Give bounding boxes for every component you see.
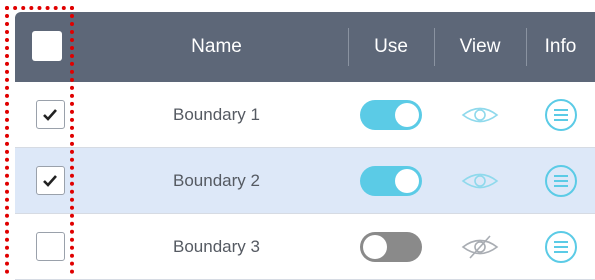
eye-icon[interactable] <box>460 170 500 192</box>
eye-off-icon[interactable] <box>460 234 500 260</box>
row-name: Boundary 2 <box>173 170 260 190</box>
column-header-view[interactable]: View <box>434 12 526 82</box>
info-button[interactable] <box>544 164 577 197</box>
toggle-knob <box>363 234 387 259</box>
menu-lines-icon <box>553 240 568 253</box>
table-row[interactable]: Boundary 1 <box>15 82 595 148</box>
table-header: Name Use View Info <box>15 12 595 82</box>
info-button[interactable] <box>544 230 577 263</box>
use-toggle[interactable] <box>360 165 422 196</box>
row-name: Boundary 1 <box>173 104 260 124</box>
column-header-info[interactable]: Info <box>526 12 595 82</box>
row-name: Boundary 3 <box>173 236 260 256</box>
use-toggle[interactable] <box>360 99 422 130</box>
table-row[interactable]: Boundary 2 <box>15 148 595 214</box>
menu-lines-icon <box>553 174 568 187</box>
toggle-knob <box>395 102 419 127</box>
checkbox-column-highlight <box>5 6 74 274</box>
toggle-knob <box>395 168 419 193</box>
menu-lines-icon <box>553 108 568 121</box>
boundary-table: Name Use View Info Boundary 1 Boundary 2… <box>15 12 595 280</box>
column-header-use[interactable]: Use <box>348 12 434 82</box>
column-header-name[interactable]: Name <box>85 12 348 82</box>
info-button[interactable] <box>544 98 577 131</box>
table-row[interactable]: Boundary 3 <box>15 214 595 280</box>
use-toggle[interactable] <box>360 231 422 262</box>
eye-icon[interactable] <box>460 104 500 126</box>
